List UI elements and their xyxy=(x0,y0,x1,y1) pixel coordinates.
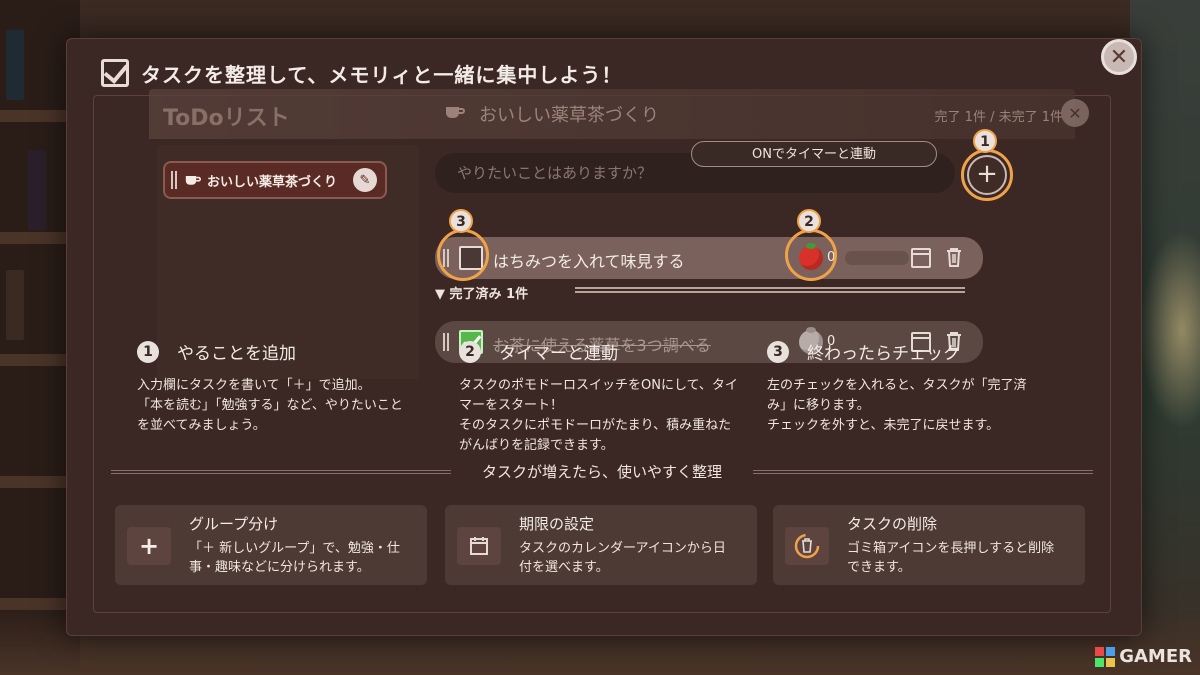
step-number: 1 xyxy=(137,340,159,363)
drag-handle-icon[interactable] xyxy=(171,171,177,189)
step-number: 3 xyxy=(767,340,789,363)
step-text: 左のチェックを入れると、タスクが「完了済 xyxy=(767,378,1027,393)
callout-ring-2 xyxy=(785,229,837,281)
callout-ring-1 xyxy=(961,149,1013,201)
callout-ring-3 xyxy=(437,229,489,281)
close-button[interactable]: ✕ xyxy=(1101,39,1137,75)
calendar-icon xyxy=(457,527,501,565)
card-title: 期限の設定 xyxy=(519,515,595,533)
section-divider: タスクが増えたら、使いやすく整理 xyxy=(111,461,1093,481)
step-1: 1 やることを追加 入力欄にタスクを書いて「＋」で追加。 「本を読む」「勉強する」… xyxy=(137,339,437,436)
modal-title: タスクを整理して、メモリィと一緒に集中しよう！ xyxy=(141,62,623,87)
step-title: 終わったらチェック xyxy=(807,344,960,364)
timer-switch[interactable] xyxy=(845,251,909,265)
card-title: グループ分け xyxy=(189,515,279,533)
step-2: 2 タイマーと連動 タスクのポモドーロスイッチをONにして、タイ マーをスタート！… xyxy=(459,339,759,456)
step-text: そのタスクにポモドーロがたまり、積み重ねた xyxy=(459,418,732,433)
ornamental-divider xyxy=(575,287,965,293)
step-title: タイマーと連動 xyxy=(499,344,618,364)
progress-count: 完了 1件 / 未完了 1件 xyxy=(934,110,1063,125)
tip-card-group: + グループ分け 「＋ 新しいグループ」で、勉強・仕 事・趣味などに分けられます… xyxy=(115,505,427,585)
card-text: タスクのカレンダーアイコンから日 xyxy=(519,541,726,556)
teacup-icon xyxy=(446,107,465,118)
edit-pencil-icon[interactable]: ✎ xyxy=(353,168,377,192)
card-text: 事・趣味などに分けられます。 xyxy=(189,560,370,575)
group-title: おいしい薬草茶づくり xyxy=(479,105,659,126)
step-number: 2 xyxy=(459,340,481,363)
close-icon: ✕ xyxy=(1109,44,1129,70)
task-row[interactable]: はちみつを入れて味見する 0 xyxy=(435,237,983,279)
card-text: 「＋ 新しいグループ」で、勉強・仕 xyxy=(189,541,400,556)
completed-section-header[interactable]: ▼ 完了済み 1件 xyxy=(435,283,528,302)
watermark-text: GAMER xyxy=(1119,646,1192,667)
step-text: タスクのポモドーロスイッチをONにして、タイ xyxy=(459,378,738,393)
sidebar-item-label: おいしい薬草茶づくり xyxy=(207,174,338,190)
task-label: はちみつを入れて味見する xyxy=(493,252,685,271)
gamer-watermark: GAMER xyxy=(1095,646,1192,667)
tutorial-modal: タスクを整理して、メモリィと一緒に集中しよう！ ✕ ToDoリスト おいしい薬草… xyxy=(66,38,1142,636)
todo-app-preview: ToDoリスト おいしい薬草茶づくり 完了 1件 / 未完了 1件 ✕ おいしい… xyxy=(149,89,1089,379)
drag-handle-icon[interactable] xyxy=(443,333,449,351)
modal-header: タスクを整理して、メモリィと一緒に集中しよう！ xyxy=(101,57,622,89)
calendar-icon[interactable] xyxy=(911,248,931,268)
step-3: 3 終わったらチェック 左のチェックを入れると、タスクが「完了済 み」に移ります。… xyxy=(767,339,1067,436)
plus-icon: + xyxy=(127,527,171,565)
trash-icon xyxy=(785,527,829,565)
group-close-button[interactable]: ✕ xyxy=(1061,99,1089,127)
card-text: できます。 xyxy=(847,560,911,575)
step-text: チェックを外すと、未完了に戻せます。 xyxy=(767,418,1000,433)
tip-card-delete: タスクの削除 ゴミ箱アイコンを長押しすると削除 できます。 xyxy=(773,505,1085,585)
step-text: み」に移ります。 xyxy=(767,398,870,413)
card-text: ゴミ箱アイコンを長押しすると削除 xyxy=(847,541,1055,556)
step-text: 入力欄にタスクを書いて「＋」で追加。 xyxy=(137,378,371,393)
section-title: タスクが増えたら、使いやすく整理 xyxy=(481,463,722,481)
timer-tooltip: ONでタイマーと連動 xyxy=(691,141,937,167)
step-text: 「本を読む」「勉強する」など、やりたいこと xyxy=(137,398,403,413)
callout-number: 1 xyxy=(973,129,997,153)
card-title: タスクの削除 xyxy=(847,515,938,533)
trash-icon[interactable] xyxy=(945,247,963,267)
gamer-logo-icon xyxy=(1095,646,1116,667)
callout-number: 2 xyxy=(797,209,821,233)
teacup-icon xyxy=(185,176,201,185)
tip-card-deadline: 期限の設定 タスクのカレンダーアイコンから日 付を選べます。 xyxy=(445,505,757,585)
card-text: 付を選べます。 xyxy=(519,560,609,575)
step-title: やることを追加 xyxy=(177,344,296,364)
todo-list-title: ToDoリスト xyxy=(163,106,290,131)
step-text: マーをスタート！ xyxy=(459,398,564,413)
close-icon: ✕ xyxy=(1068,103,1082,123)
callout-number: 3 xyxy=(449,209,473,233)
sidebar-item-group[interactable]: おいしい薬草茶づくり ✎ xyxy=(163,161,387,199)
step-text: がんばりを記録できます。 xyxy=(459,438,614,453)
checkbox-icon xyxy=(101,59,129,87)
step-text: を並べてみましょう。 xyxy=(137,418,266,433)
